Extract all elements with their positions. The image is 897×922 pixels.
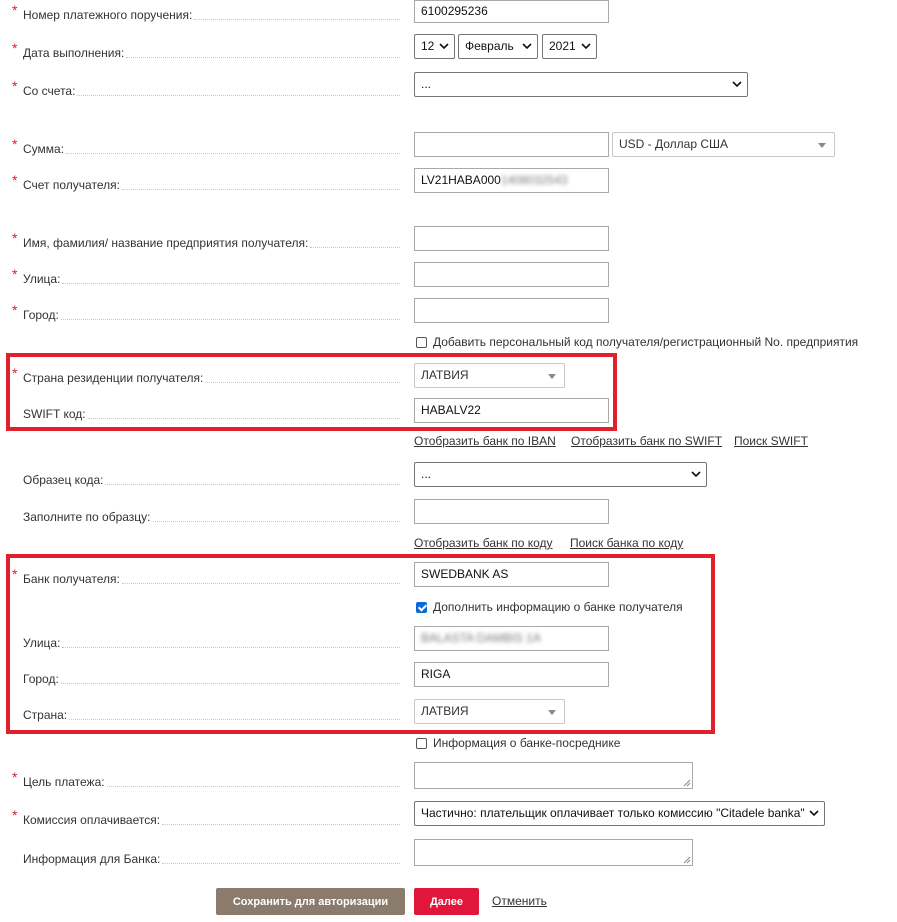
year-select[interactable]: 2021 bbox=[542, 34, 597, 59]
bank-street-label: Улица: bbox=[12, 634, 400, 650]
required-marker: * bbox=[12, 172, 18, 188]
code-sample-label: Образец кода: bbox=[12, 471, 400, 487]
purpose-label: * Цель платежа: bbox=[12, 769, 400, 789]
commission-label: * Комиссия оплачивается: bbox=[12, 807, 400, 827]
checkbox-unchecked-icon[interactable] bbox=[416, 336, 427, 348]
beneficiary-name-input[interactable] bbox=[414, 226, 609, 251]
dropdown-arrow-icon bbox=[818, 143, 826, 148]
personal-code-checkbox[interactable]: Добавить персональный код получателя/рег… bbox=[416, 335, 858, 349]
amount-label: * Сумма: bbox=[12, 136, 400, 156]
bank-by-swift-link[interactable]: Отобразить банк по SWIFT bbox=[571, 434, 722, 448]
bank-info-textarea[interactable] bbox=[414, 839, 693, 866]
purpose-textarea[interactable] bbox=[414, 762, 693, 789]
code-sample-select[interactable]: ... bbox=[414, 462, 707, 487]
required-marker: * bbox=[12, 40, 18, 56]
commission-select[interactable]: Частично: плательщик оплачивает только к… bbox=[414, 801, 825, 826]
city-input[interactable] bbox=[414, 298, 609, 323]
bank-by-iban-link[interactable]: Отобразить банк по IBAN bbox=[414, 434, 556, 448]
dropdown-arrow-icon bbox=[548, 374, 556, 379]
resize-grip-icon[interactable] bbox=[683, 779, 691, 787]
bank-info-checkbox[interactable]: Дополнить информацию о банке получателя bbox=[416, 600, 683, 614]
resize-grip-icon[interactable] bbox=[683, 856, 691, 864]
bank-by-code-link[interactable]: Отобразить банк по коду bbox=[414, 536, 553, 550]
from-account-label: * Со счета: bbox=[12, 78, 400, 98]
required-marker: * bbox=[12, 302, 18, 318]
beneficiary-bank-input[interactable]: SWEDBANK AS bbox=[414, 562, 609, 587]
execution-date-label: * Дата выполнения: bbox=[12, 40, 400, 60]
street-label: * Улица: bbox=[12, 266, 400, 286]
checkbox-checked-icon[interactable] bbox=[416, 601, 427, 613]
beneficiary-account-input[interactable]: LV21HABA0001408032543 bbox=[414, 168, 609, 193]
required-marker: * bbox=[12, 136, 18, 152]
chevron-down-icon bbox=[439, 35, 449, 50]
payment-number-input[interactable]: 6100295236 bbox=[414, 0, 609, 23]
intermediary-checkbox[interactable]: Информация о банке-посреднике bbox=[416, 736, 620, 750]
fill-by-sample-input[interactable] bbox=[414, 499, 609, 524]
currency-select[interactable]: USD - Доллар США bbox=[612, 132, 835, 157]
chevron-down-icon bbox=[732, 73, 742, 88]
bank-country-label: Страна: bbox=[12, 706, 400, 722]
bank-city-input[interactable]: RIGA bbox=[414, 662, 609, 687]
save-for-authorization-button[interactable]: Сохранить для авторизации bbox=[216, 888, 405, 915]
chevron-down-icon bbox=[581, 35, 591, 50]
fill-by-sample-label: Заполните по образцу: bbox=[12, 508, 400, 524]
from-account-select[interactable]: ... bbox=[414, 72, 748, 97]
bank-country-select[interactable]: ЛАТВИЯ bbox=[414, 699, 565, 724]
day-select[interactable]: 12 bbox=[414, 34, 455, 59]
swift-search-link[interactable]: Поиск SWIFT bbox=[734, 434, 808, 448]
bank-city-label: Город: bbox=[12, 670, 400, 686]
bank-street-input[interactable]: BALASTA DAMBIS 1A bbox=[414, 626, 609, 651]
city-label: * Город: bbox=[12, 302, 400, 322]
chevron-down-icon bbox=[522, 35, 532, 50]
street-input[interactable] bbox=[414, 262, 609, 287]
required-marker: * bbox=[12, 769, 18, 785]
payment-number-label: * Номер платежного поручения: bbox=[12, 2, 400, 22]
beneficiary-account-label: * Счет получателя: bbox=[12, 172, 400, 192]
required-marker: * bbox=[12, 807, 18, 823]
swift-label: SWIFT код: bbox=[12, 405, 400, 421]
cancel-link[interactable]: Отменить bbox=[492, 894, 547, 908]
required-marker: * bbox=[12, 78, 18, 94]
residence-country-select[interactable]: ЛАТВИЯ bbox=[414, 363, 565, 388]
required-marker: * bbox=[12, 266, 18, 282]
chevron-down-icon bbox=[806, 802, 819, 817]
required-marker: * bbox=[12, 365, 18, 381]
checkbox-unchecked-icon[interactable] bbox=[416, 737, 427, 749]
required-marker: * bbox=[12, 230, 18, 246]
bank-search-code-link[interactable]: Поиск банка по коду bbox=[570, 536, 683, 550]
dropdown-arrow-icon bbox=[548, 710, 556, 715]
next-button[interactable]: Далее bbox=[414, 888, 479, 915]
amount-input[interactable] bbox=[414, 132, 609, 157]
chevron-down-icon bbox=[691, 463, 701, 478]
required-marker: * bbox=[12, 2, 18, 18]
beneficiary-name-label: * Имя, фамилия/ название предприятия полу… bbox=[12, 230, 400, 250]
required-marker: * bbox=[12, 566, 18, 582]
bank-info-label: Информация для Банка: bbox=[12, 850, 400, 866]
residence-country-label: * Страна резиденции получателя: bbox=[12, 365, 400, 385]
beneficiary-bank-label: * Банк получателя: bbox=[12, 566, 400, 586]
month-select[interactable]: Февраль bbox=[458, 34, 538, 59]
swift-input[interactable]: HABALV22 bbox=[414, 398, 609, 423]
